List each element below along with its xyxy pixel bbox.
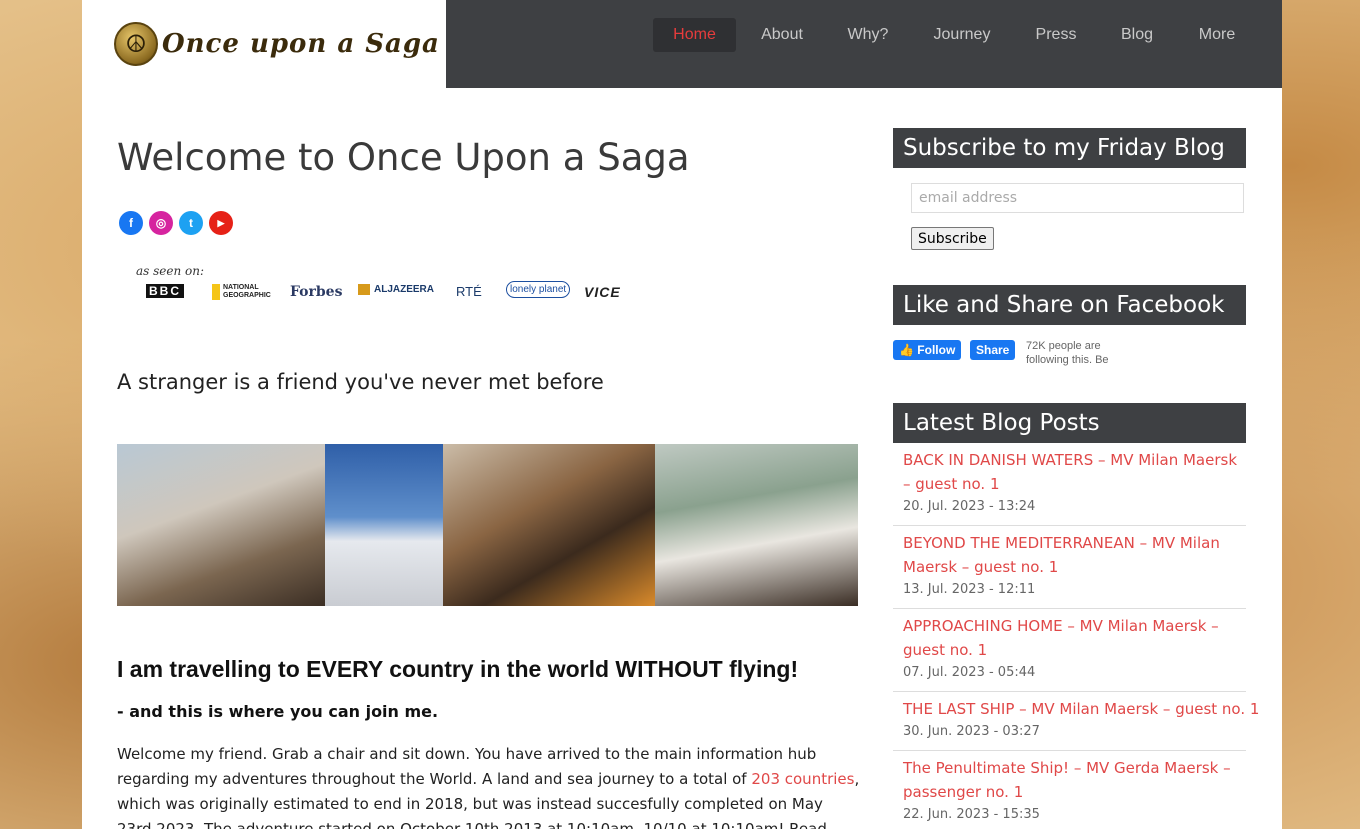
thumbs-up-icon: 👍 [899,343,914,357]
lonely-planet-logo: lonely planet [506,281,571,298]
fb-share-button[interactable]: Share [970,340,1016,360]
facebook-icon[interactable]: f [119,211,143,235]
blog-post-item: THE LAST SHIP – MV Milan Maersk – guest … [893,697,1259,751]
blog-post-item: APPROACHING HOME – MV Milan Maersk – gue… [893,614,1246,692]
social-links: f ◎ t ▶ [119,211,233,235]
blog-post-link[interactable]: BACK IN DANISH WATERS – MV Milan Maersk … [903,448,1246,496]
twitter-icon[interactable]: t [179,211,203,235]
bbc-logo: BBC [146,284,184,298]
blog-post-date: 30. Jun. 2023 - 03:27 [903,724,1040,739]
nav-blog[interactable]: Blog [1111,18,1163,52]
hero-photo-banner [117,444,858,606]
nav-about[interactable]: About [752,18,812,52]
email-field[interactable] [911,183,1244,213]
fb-follow-count: 72K people are following this. Be [1026,340,1109,366]
facebook-heading: Like and Share on Facebook [893,285,1246,325]
countries-link[interactable]: 203 countries [751,770,854,788]
instagram-icon[interactable]: ◎ [149,211,173,235]
rte-logo: RTÉ [456,284,482,299]
subscribe-heading: Subscribe to my Friday Blog [893,128,1246,168]
vice-logo: VICE [584,284,621,300]
main-nav: Home About Why? Journey Press Blog More [446,0,1282,88]
forbes-logo: Forbes [290,284,343,300]
blog-post-link[interactable]: BEYOND THE MEDITERRANEAN – MV Milan Maer… [903,531,1246,579]
natgeo-logo: NATIONAL GEOGRAPHIC [212,284,271,300]
blog-post-item: BEYOND THE MEDITERRANEAN – MV Milan Maer… [893,531,1246,609]
fb-follow-button[interactable]: 👍 Follow [893,340,962,360]
photo-camels [117,444,325,606]
as-seen-on-label: as seen on: [136,264,205,278]
blog-post-date: 13. Jul. 2023 - 12:11 [903,582,1036,597]
youtube-icon[interactable]: ▶ [209,211,233,235]
sub-headline: - and this is where you can join me. [117,702,439,721]
photo-qatar [655,444,858,606]
logo-text: Once upon a Saga [162,29,440,59]
intro-text-start: Welcome my friend. Grab a chair and sit … [117,745,817,788]
page: ☮ Once upon a Saga Home About Why? Journ… [82,0,1282,829]
site-logo[interactable]: ☮ Once upon a Saga [82,0,446,88]
fb-follow-label: Follow [917,343,956,357]
nav-why[interactable]: Why? [838,18,898,52]
nav-home[interactable]: Home [653,18,736,52]
blog-post-item: The Penultimate Ship! – MV Gerda Maersk … [893,756,1246,829]
photo-friends [443,444,655,606]
page-title: Welcome to Once Upon a Saga [117,136,690,179]
peace-emblem-icon: ☮ [114,22,158,66]
nav-more[interactable]: More [1188,18,1246,52]
blog-post-link[interactable]: The Penultimate Ship! – MV Gerda Maersk … [903,756,1246,804]
nav-press[interactable]: Press [1026,18,1086,52]
tagline: A stranger is a friend you've never met … [117,370,604,394]
intro-paragraph: Welcome my friend. Grab a chair and sit … [117,742,862,829]
nav-journey[interactable]: Journey [926,18,998,52]
blog-post-date: 20. Jul. 2023 - 13:24 [903,499,1036,514]
blog-post-date: 07. Jul. 2023 - 05:44 [903,665,1036,680]
subscribe-button[interactable]: Subscribe [911,227,994,250]
photo-salt-flat [325,444,443,606]
blog-post-link[interactable]: APPROACHING HOME – MV Milan Maersk – gue… [903,614,1246,662]
blog-post-date: 22. Jun. 2023 - 15:35 [903,807,1040,822]
aljazeera-logo: ALJAZEERA [358,284,434,295]
main-headline: I am travelling to EVERY country in the … [117,656,799,682]
latest-posts-heading: Latest Blog Posts [893,403,1246,443]
blog-post-item: BACK IN DANISH WATERS – MV Milan Maersk … [893,448,1246,526]
as-seen-on: as seen on: BBC NATIONAL GEOGRAPHIC Forb… [136,264,632,314]
blog-post-link[interactable]: THE LAST SHIP – MV Milan Maersk – guest … [903,697,1259,721]
